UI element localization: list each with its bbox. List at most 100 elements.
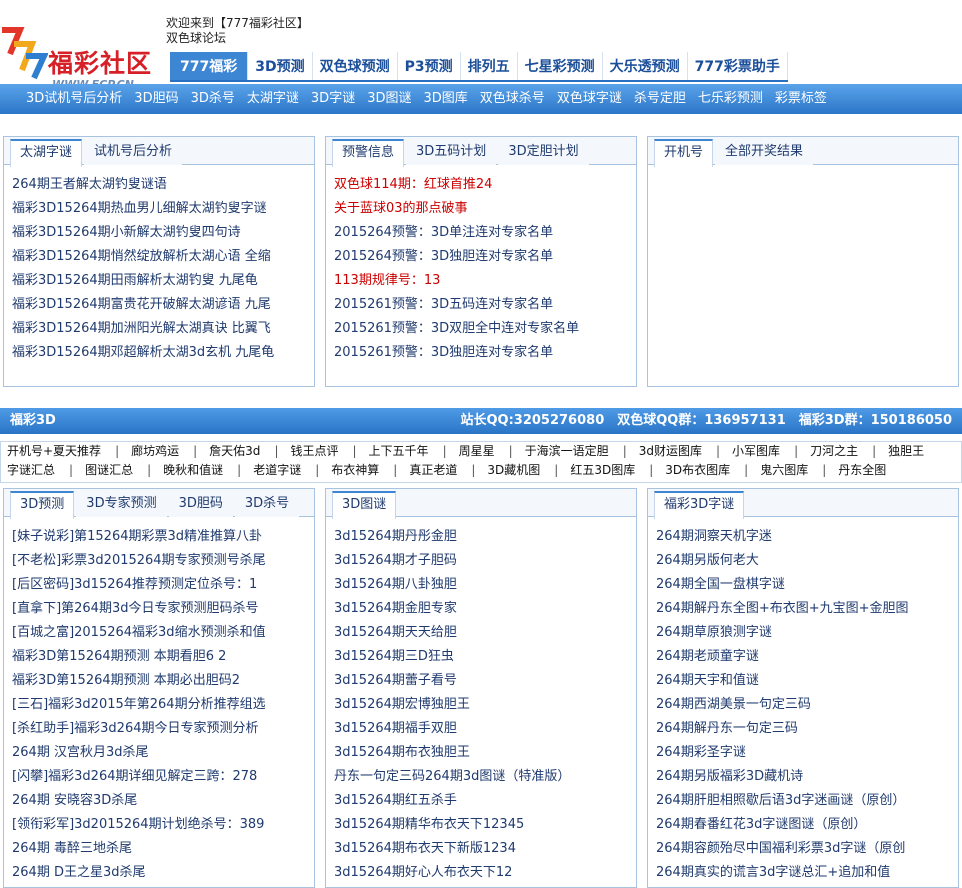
list-item[interactable]: 福彩3D第15264期预测 本期看胆6 2 <box>12 645 314 669</box>
list-item[interactable]: 2015264预警：3D独胆连对专家名单 <box>334 245 636 269</box>
quick-link[interactable]: 图谜汇总 <box>85 461 141 480</box>
list-item[interactable]: 丹东一句定三码264期3d图谜（特准版） <box>334 765 636 789</box>
quick-link[interactable]: 开机号+夏天推荐 <box>7 442 109 461</box>
quick-link[interactable]: 鬼六图库 <box>760 461 816 480</box>
list-item[interactable]: 113期规律号：13 <box>334 269 636 293</box>
list-item[interactable]: 3d15264期金胆专家 <box>334 597 636 621</box>
quick-link[interactable]: 3d财运图库 <box>639 442 710 461</box>
quick-link[interactable]: 3D藏机图 <box>487 461 548 480</box>
quick-link[interactable]: 老道字谜 <box>253 461 309 480</box>
tab[interactable]: 预警信息 <box>332 139 405 167</box>
quick-link[interactable]: 钱王点评 <box>290 442 346 461</box>
quick-link[interactable]: 詹天佑3d <box>209 442 268 461</box>
list-item[interactable]: 2015261预警：3D独胆连对专家名单 <box>334 341 636 365</box>
list-item[interactable]: 264期 安晓容3D杀尾 <box>12 789 314 813</box>
list-item[interactable]: 3d15264期蕾子看号 <box>334 669 636 693</box>
list-item[interactable]: 2015261预警：3D双胆全中连对专家名单 <box>334 317 636 341</box>
list-item[interactable]: 福彩3D15264期悄然绽放解析太湖心语 全缩 <box>12 245 314 269</box>
quick-link[interactable]: 真正老道 <box>409 461 465 480</box>
list-item[interactable]: 264期洞察天机字迷 <box>656 525 958 549</box>
tab[interactable]: 3D定胆计划 <box>498 139 589 165</box>
list-item[interactable]: 3d15264期三D狂虫 <box>334 645 636 669</box>
list-item[interactable]: 264期容颜殆尽中国福利彩票3d字谜（原创 <box>656 837 958 861</box>
list-item[interactable]: [杀红助手]福彩3d264期今日专家预测分析 <box>12 717 314 741</box>
list-item[interactable]: [三石]福彩3d2015年第264期分析推荐组选 <box>12 693 314 717</box>
list-item[interactable]: 3d15264期才子胆码 <box>334 549 636 573</box>
quick-link[interactable]: 于海滨一语定胆 <box>525 442 617 461</box>
main-nav-item[interactable]: 777彩票助手 <box>688 52 788 80</box>
tab[interactable]: 试机号后分析 <box>84 139 183 165</box>
main-nav-item[interactable]: 七星彩预测 <box>518 52 603 80</box>
sub-nav-item[interactable]: 3D杀号 <box>185 84 241 114</box>
list-item[interactable]: 2015264预警：3D单注连对专家名单 <box>334 221 636 245</box>
tab[interactable]: 3D预测 <box>10 491 75 519</box>
sub-nav-item[interactable]: 3D图库 <box>418 84 474 114</box>
quick-link[interactable]: 小军图库 <box>732 442 788 461</box>
quick-link[interactable]: 廊坊鸡运 <box>131 442 187 461</box>
tab[interactable]: 3D图谜 <box>332 491 397 519</box>
list-item[interactable]: 3d15264期红五杀手 <box>334 789 636 813</box>
quick-link[interactable]: 周星星 <box>459 442 503 461</box>
main-nav-item[interactable]: 大乐透预测 <box>603 52 688 80</box>
tab[interactable]: 3D胆码 <box>168 491 233 517</box>
sub-nav-item[interactable]: 杀号定胆 <box>628 84 692 114</box>
quick-link[interactable]: 独胆王 <box>888 442 932 461</box>
list-item[interactable]: 264期全国一盘棋字谜 <box>656 573 958 597</box>
main-nav-item[interactable]: 777福彩 <box>170 52 249 80</box>
list-item[interactable]: [后区密码]3d15264推荐预测定位杀号：1 <box>12 573 314 597</box>
main-nav-item[interactable]: P3预测 <box>398 52 461 80</box>
list-item[interactable]: 264期解丹东全图+布衣图+九宝图+金胆图 <box>656 597 958 621</box>
list-item[interactable]: 福彩3D15264期邓超解析太湖3d玄机 九尾龟 <box>12 341 314 365</box>
list-item[interactable]: 3d15264期宏博独胆王 <box>334 693 636 717</box>
list-item[interactable]: 264期彩圣字谜 <box>656 741 958 765</box>
sub-nav-item[interactable]: 3D字谜 <box>305 84 361 114</box>
quick-link[interactable]: 3D布衣图库 <box>665 461 738 480</box>
sub-nav-item[interactable]: 3D试机号后分析 <box>20 84 128 114</box>
quick-link[interactable]: 布衣神算 <box>331 461 387 480</box>
tab[interactable]: 3D五码计划 <box>406 139 497 165</box>
list-item[interactable]: 3d15264期好心人布衣天下12 <box>334 861 636 885</box>
list-item[interactable]: 3d15264期布衣天下新版1234 <box>334 837 636 861</box>
sub-nav-item[interactable]: 3D胆码 <box>128 84 184 114</box>
sub-nav-item[interactable]: 双色球字谜 <box>551 84 628 114</box>
tab[interactable]: 3D专家预测 <box>76 491 167 517</box>
list-item[interactable]: 264期肝胆相照歇后语3d字迷画谜（原创） <box>656 789 958 813</box>
list-item[interactable]: 3d15264期八卦独胆 <box>334 573 636 597</box>
tab[interactable]: 全部开奖结果 <box>715 139 814 165</box>
list-item[interactable]: 3d15264期丹彤金胆 <box>334 525 636 549</box>
main-nav-item[interactable]: 排列五 <box>461 52 518 80</box>
list-item[interactable]: [闪攀]福彩3d264期详细见解定三跨：278 <box>12 765 314 789</box>
list-item[interactable]: 264期王者解太湖钓叟谜语 <box>12 173 314 197</box>
tab[interactable]: 太湖字谜 <box>10 139 83 167</box>
quick-link[interactable]: 晚秋和值谜 <box>163 461 231 480</box>
tab[interactable]: 开机号 <box>654 139 714 167</box>
list-item[interactable]: 福彩3D15264期富贵花开破解太湖谚语 九尾 <box>12 293 314 317</box>
quick-link[interactable]: 刀河之主 <box>810 442 866 461</box>
main-nav-item[interactable]: 双色球预测 <box>313 52 398 80</box>
list-item[interactable]: 福彩3D15264期加洲阳光解太湖真诀 比翼飞 <box>12 317 314 341</box>
list-item[interactable]: 2015261预警：3D五码连对专家名单 <box>334 293 636 317</box>
quick-link[interactable]: 字谜汇总 <box>7 461 63 480</box>
list-item[interactable]: 264期草原狼测字谜 <box>656 621 958 645</box>
list-item[interactable]: [直拿下]第264期3d今日专家预测胆码杀号 <box>12 597 314 621</box>
list-item[interactable]: 264期西湖美景一句定三码 <box>656 693 958 717</box>
list-item[interactable]: 福彩3D15264期田雨解析太湖钓叟 九尾龟 <box>12 269 314 293</box>
quick-link[interactable]: 红五3D图库 <box>570 461 643 480</box>
quick-link[interactable]: 上下五千年 <box>369 442 437 461</box>
list-item[interactable]: 264期解丹东一句定三码 <box>656 717 958 741</box>
tab[interactable]: 福彩3D字谜 <box>654 491 745 519</box>
sub-nav-item[interactable]: 彩票标签 <box>769 84 833 114</box>
sub-nav-item[interactable]: 双色球杀号 <box>474 84 551 114</box>
list-item[interactable]: 关于蓝球03的那点破事 <box>334 197 636 221</box>
list-item[interactable]: 双色球114期：红球首推24 <box>334 173 636 197</box>
list-item[interactable]: [不老松]彩票3d2015264期专家预测号杀尾 <box>12 549 314 573</box>
list-item[interactable]: [领衔彩军]3d2015264期计划绝杀号：389 <box>12 813 314 837</box>
sub-nav-item[interactable]: 七乐彩预测 <box>692 84 769 114</box>
tab[interactable]: 3D杀号 <box>234 491 300 517</box>
list-item[interactable]: 3d15264期天天给胆 <box>334 621 636 645</box>
quick-link[interactable]: 丹东全图 <box>838 461 894 480</box>
site-logo[interactable]: 福彩社区 WWW.FCP.CN <box>0 18 160 91</box>
list-item[interactable]: 264期 毒醉三地杀尾 <box>12 837 314 861</box>
list-item[interactable]: 264期春番红花3d字谜图谜（原创） <box>656 813 958 837</box>
list-item[interactable]: 264期 D王之星3d杀尾 <box>12 861 314 885</box>
